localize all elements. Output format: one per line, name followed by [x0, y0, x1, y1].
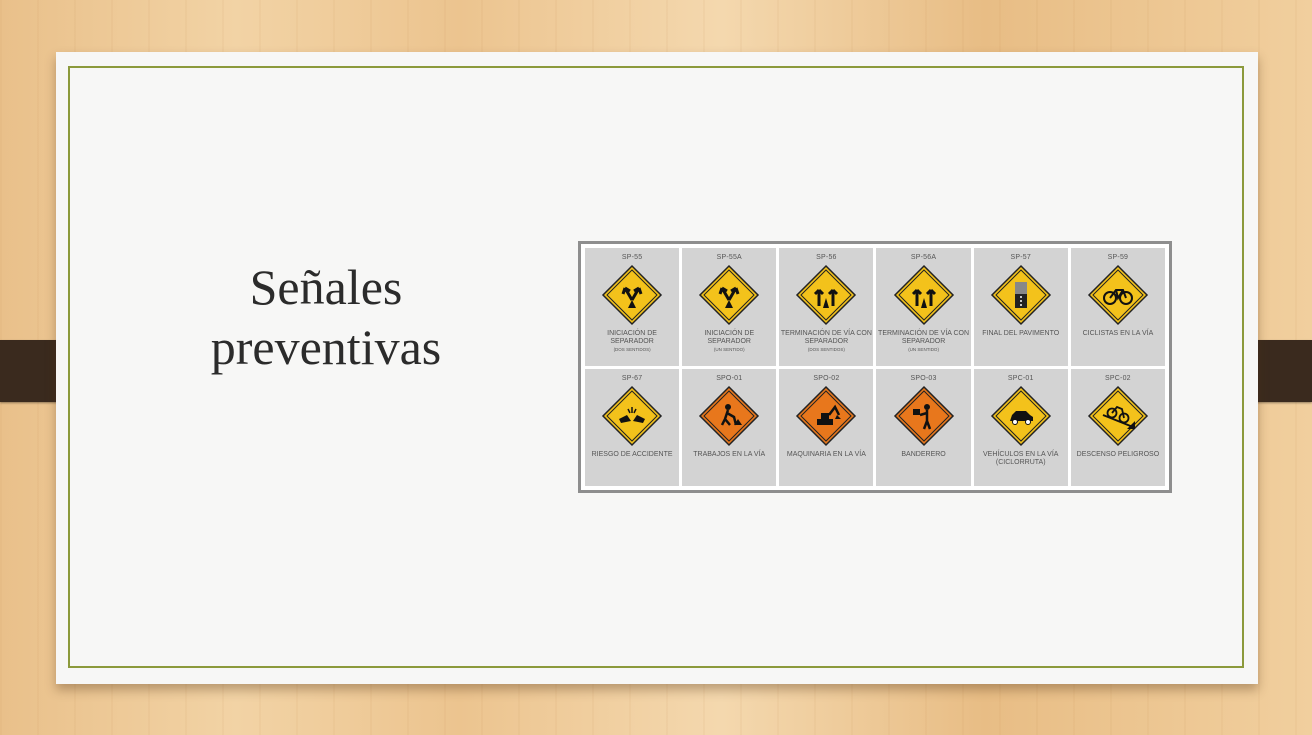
sign-code: SPC-02: [1105, 374, 1131, 382]
signs-image: SP-55 INICIACIÓN DE SEPARADOR (DOS SENTIDO…: [578, 241, 1172, 493]
sign-label: FINAL DEL PAVIMENTO: [975, 330, 1067, 338]
sign-label-text: DESCENSO PELIGROSO: [1076, 450, 1160, 458]
sign-cell: SP-57 FINAL DEL PAVIMENTO: [973, 248, 1068, 366]
bicycle-icon: [1087, 264, 1149, 326]
car-crash-icon: [601, 385, 663, 447]
sign-label-text: VEHÍCULOS EN LA VÍA (CICLORRUTA): [982, 450, 1059, 466]
excavator-icon: [795, 385, 857, 447]
title-line-2: preventivas: [210, 319, 442, 375]
sign-code: SPO-03: [910, 374, 937, 382]
sign-cell: SP-67 RIESGO DE ACCIDENTE: [585, 368, 680, 486]
sign-label: TERMINACIÓN DE VÍA CON SEPARADOR (UN SENT…: [878, 330, 970, 354]
sign-label-text: INICIACIÓN DE SEPARADOR: [704, 330, 755, 345]
sign-cell: SPC-01 VEHÍCULOS EN LA VÍA (CICLORRUTA): [973, 368, 1068, 486]
sign-code: SPO-02: [813, 374, 840, 382]
split-arrows-icon: [601, 264, 663, 326]
sign-code: SP-55A: [716, 254, 742, 261]
sign-label: MAQUINARIA EN LA VÍA: [780, 451, 872, 459]
sign-label-text: MAQUINARIA EN LA VÍA: [786, 450, 866, 458]
sign-label-subtext: (UN SENTIDO): [908, 347, 939, 352]
sign-label: CICLISTAS EN LA VÍA: [1072, 330, 1164, 338]
sign-label-subtext: (DOS SENTIDOS): [613, 347, 651, 352]
bicycle-downhill-icon: [1087, 385, 1149, 447]
sign-cell: SP-56A TERMINACIÓN DE VÍA CON SEPARADOR (U…: [876, 248, 971, 366]
sign-cell: SP-55A INICIACIÓN DE SEPARADOR (UN SENTIDO…: [682, 248, 777, 366]
sign-code: SPC-01: [1007, 374, 1034, 382]
sign-code: SP-56: [816, 254, 837, 261]
sign-label-text: CICLISTAS EN LA VÍA: [1082, 330, 1154, 337]
sign-code: SP-59: [1107, 254, 1129, 261]
sign-code: SP-55: [621, 254, 643, 261]
sign-label: BANDERERO: [878, 451, 970, 459]
sign-code: SPO-01: [716, 374, 743, 382]
sign-label: INICIACIÓN DE SEPARADOR (DOS SENTIDOS): [586, 330, 678, 354]
sign-cell: SPO-02 MAQUINARIA EN LA VÍA: [779, 368, 874, 486]
sign-cell: SPO-03 BANDERERO: [876, 368, 971, 486]
sign-label: RIESGO DE ACCIDENTE: [586, 451, 678, 459]
sign-label: DESCENSO PELIGROSO: [1072, 451, 1164, 459]
sign-label-text: BANDERERO: [901, 450, 946, 458]
car-icon: [990, 385, 1052, 447]
sign-cell: SPO-01 TRABAJOS EN LA VÍA: [682, 368, 777, 486]
sign-label: VEHÍCULOS EN LA VÍA (CICLORRUTA): [975, 451, 1067, 467]
sign-label: TRABAJOS EN LA VÍA: [683, 451, 775, 459]
sign-cell: SPC-02 DESCENSO PELIGROSO: [1070, 368, 1165, 486]
sign-label-subtext: (DOS SENTIDOS): [807, 347, 845, 352]
slide-title: Señales preventivas: [166, 257, 486, 377]
roadwork-icon: [698, 385, 760, 447]
sign-code: SP-56A: [910, 254, 937, 261]
sign-cell: SP-56 TERMINACIÓN DE VÍA CON SEPARADOR (DO…: [779, 248, 874, 366]
merge-arrows-icon: [893, 264, 955, 326]
sign-code: SP-67: [621, 374, 643, 382]
sign-cell: SP-55 INICIACIÓN DE SEPARADOR (DOS SENTIDO…: [585, 248, 680, 366]
sign-code: SP-57: [1010, 254, 1031, 261]
merge-arrows-icon: [795, 264, 857, 326]
title-line-1: Señales: [249, 259, 403, 315]
sign-label: TERMINACIÓN DE VÍA CON SEPARADOR (DOS SEN…: [780, 330, 872, 354]
sign-label: INICIACIÓN DE SEPARADOR (UN SENTIDO): [683, 330, 775, 354]
sign-label-text: FINAL DEL PAVIMENTO: [982, 330, 1060, 337]
pavement-end-icon: [990, 264, 1052, 326]
split-arrows-icon: [698, 264, 760, 326]
flagger-icon: [893, 385, 955, 447]
sign-label-subtext: (UN SENTIDO): [713, 347, 745, 352]
sign-label-text: TRABAJOS EN LA VÍA: [693, 450, 766, 458]
sign-label-text: INICIACIÓN DE SEPARADOR: [607, 330, 657, 345]
sign-label-text: RIESGO DE ACCIDENTE: [591, 450, 673, 458]
sign-cell: SP-59 CICLISTAS EN LA VÍA: [1070, 248, 1165, 366]
slide-card: Señales preventivas SP-55 INICIACIÓN DE S…: [56, 52, 1258, 684]
sign-label-text: TERMINACIÓN DE VÍA CON SEPARADOR: [780, 330, 872, 345]
sign-label-text: TERMINACIÓN DE VÍA CON SEPARADOR: [878, 330, 970, 345]
